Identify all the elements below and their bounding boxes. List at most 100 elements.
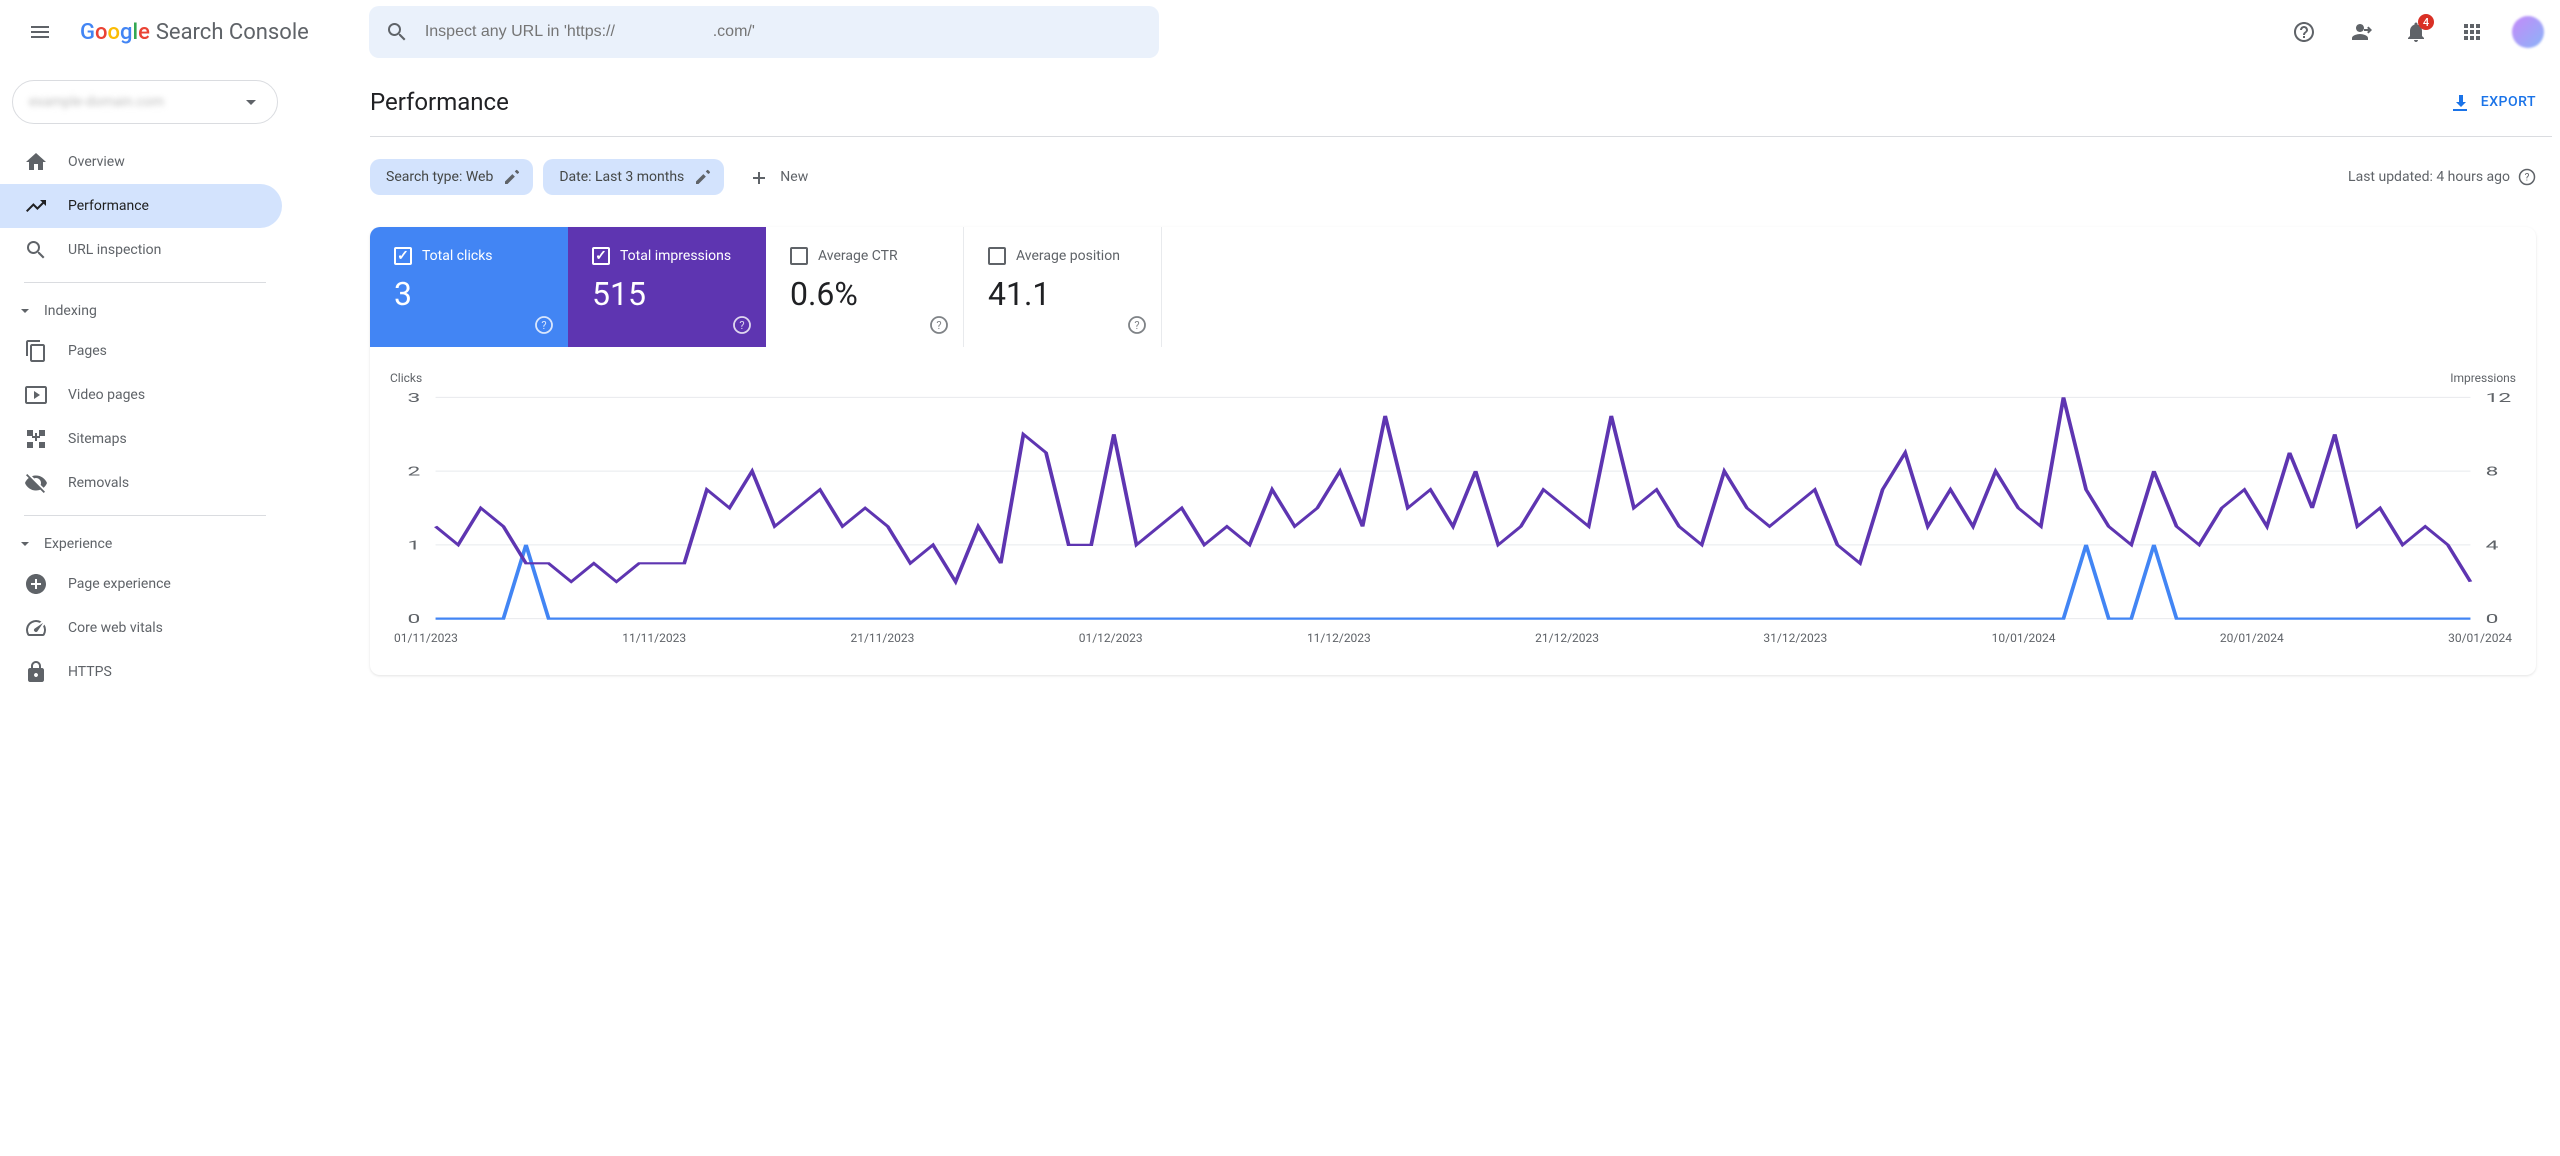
metric-average-position[interactable]: Average position 41.1 ? xyxy=(964,227,1162,347)
account-avatar[interactable] xyxy=(2512,16,2544,48)
download-icon xyxy=(2449,91,2471,113)
performance-card: Total clicks 3 ? Total impressions 515 ? xyxy=(370,227,2536,675)
property-selector[interactable]: example-domain.com xyxy=(12,80,278,124)
sidebar-item-pages[interactable]: Pages xyxy=(0,329,282,373)
chart-x-axis: 01/11/202311/11/202321/11/202301/12/2023… xyxy=(390,631,2516,645)
help-icon[interactable]: ? xyxy=(929,315,949,335)
chevron-down-icon xyxy=(16,535,34,553)
chart-right-axis-label: Impressions xyxy=(2450,371,2516,385)
apps-button[interactable] xyxy=(2448,8,2496,56)
sidebar-item-page-experience[interactable]: Page experience xyxy=(0,562,282,606)
plus-icon xyxy=(748,166,770,188)
export-button[interactable]: EXPORT xyxy=(2449,91,2536,113)
url-inspection-search[interactable] xyxy=(369,6,1159,58)
users-button[interactable] xyxy=(2336,8,2384,56)
sidebar-item-removals[interactable]: Removals xyxy=(0,461,282,505)
help-icon: ? xyxy=(2518,168,2536,186)
chevron-down-icon xyxy=(241,92,261,112)
page-title: Performance xyxy=(370,88,509,116)
svg-text:8: 8 xyxy=(2486,463,2499,479)
svg-text:0: 0 xyxy=(408,611,421,623)
metric-value: 3 xyxy=(394,275,544,313)
x-tick: 20/01/2024 xyxy=(2220,631,2284,645)
main-content: Performance EXPORT Search type: Web Date… xyxy=(290,64,2560,1156)
hamburger-menu-button[interactable] xyxy=(16,8,64,56)
sidebar-item-overview[interactable]: Overview xyxy=(0,140,282,184)
help-icon[interactable]: ? xyxy=(1127,315,1147,335)
svg-text:?: ? xyxy=(936,319,941,332)
product-name: Search Console xyxy=(156,20,309,45)
notification-badge: 4 xyxy=(2418,14,2434,30)
metrics-row: Total clicks 3 ? Total impressions 515 ? xyxy=(370,227,2536,347)
sidebar-item-https[interactable]: HTTPS xyxy=(0,650,282,694)
svg-text:2: 2 xyxy=(408,463,421,479)
metric-label: Average CTR xyxy=(818,248,898,264)
svg-text:4: 4 xyxy=(2486,537,2499,553)
filter-date[interactable]: Date: Last 3 months xyxy=(543,159,724,195)
pages-icon xyxy=(24,339,48,363)
lock-icon xyxy=(24,660,48,684)
sidebar-item-core-web-vitals[interactable]: Core web vitals xyxy=(0,606,282,650)
metric-value: 0.6% xyxy=(790,275,939,313)
filter-search-type[interactable]: Search type: Web xyxy=(370,159,533,195)
x-tick: 01/12/2023 xyxy=(1079,631,1143,645)
help-button[interactable] xyxy=(2280,8,2328,56)
metric-total-clicks[interactable]: Total clicks 3 ? xyxy=(370,227,568,347)
sidebar-item-url-inspection[interactable]: URL inspection xyxy=(0,228,282,272)
sidebar-item-label: Sitemaps xyxy=(68,431,127,447)
sidebar-item-video-pages[interactable]: Video pages xyxy=(0,373,282,417)
metric-value: 515 xyxy=(592,275,742,313)
metric-total-impressions[interactable]: Total impressions 515 ? xyxy=(568,227,766,347)
menu-icon xyxy=(28,20,52,44)
sidebar-item-performance[interactable]: Performance xyxy=(0,184,282,228)
x-tick: 30/01/2024 xyxy=(2448,631,2512,645)
divider xyxy=(370,136,2552,137)
checkbox-icon xyxy=(988,247,1006,265)
metric-label: Average position xyxy=(1016,248,1120,264)
filter-row: Search type: Web Date: Last 3 months New… xyxy=(370,159,2560,195)
video-icon xyxy=(24,383,48,407)
chip-label: Date: Last 3 months xyxy=(559,169,684,185)
chip-label: Search type: Web xyxy=(386,169,493,185)
sidebar-item-label: Removals xyxy=(68,475,129,491)
divider xyxy=(24,515,266,516)
chart-area: Clicks Impressions 321012840 01/11/20231… xyxy=(370,347,2536,675)
export-label: EXPORT xyxy=(2481,94,2536,110)
apps-grid-icon xyxy=(2460,20,2484,44)
last-updated-text: Last updated: 4 hours ago xyxy=(2348,169,2510,185)
metric-label: Total clicks xyxy=(422,248,493,264)
performance-chart[interactable]: 321012840 xyxy=(390,393,2516,623)
product-logo[interactable]: Google Search Console xyxy=(80,20,309,45)
header-actions: 4 xyxy=(2280,8,2544,56)
app-header: Google Search Console 4 xyxy=(0,0,2560,64)
svg-text:12: 12 xyxy=(2486,393,2512,405)
x-tick: 01/11/2023 xyxy=(394,631,458,645)
sitemap-icon xyxy=(24,427,48,451)
sidebar-item-label: Video pages xyxy=(68,387,145,403)
google-logo: Google xyxy=(80,20,150,45)
metric-average-ctr[interactable]: Average CTR 0.6% ? xyxy=(766,227,964,347)
new-filter-button[interactable]: New xyxy=(734,159,822,195)
page-header: Performance EXPORT xyxy=(370,88,2560,116)
sidebar-item-label: HTTPS xyxy=(68,664,112,680)
chart-left-axis-label: Clicks xyxy=(390,371,422,385)
new-label: New xyxy=(780,169,808,185)
metric-value: 41.1 xyxy=(988,275,1137,313)
sidebar: example-domain.com Overview Performance … xyxy=(0,64,290,1156)
circle-plus-icon xyxy=(24,572,48,596)
sidebar-item-label: Page experience xyxy=(68,576,171,592)
sidebar-section-indexing[interactable]: Indexing xyxy=(0,293,290,329)
section-title: Indexing xyxy=(44,303,97,319)
svg-text:3: 3 xyxy=(408,393,421,405)
users-icon xyxy=(2348,20,2372,44)
svg-text:?: ? xyxy=(1134,319,1139,332)
sidebar-item-sitemaps[interactable]: Sitemaps xyxy=(0,417,282,461)
help-icon[interactable]: ? xyxy=(534,315,554,335)
x-tick: 21/12/2023 xyxy=(1535,631,1599,645)
edit-icon xyxy=(694,168,712,186)
url-inspection-input[interactable] xyxy=(425,23,1143,41)
notifications-button[interactable]: 4 xyxy=(2392,8,2440,56)
visibility-off-icon xyxy=(24,471,48,495)
help-icon[interactable]: ? xyxy=(732,315,752,335)
sidebar-section-experience[interactable]: Experience xyxy=(0,526,290,562)
